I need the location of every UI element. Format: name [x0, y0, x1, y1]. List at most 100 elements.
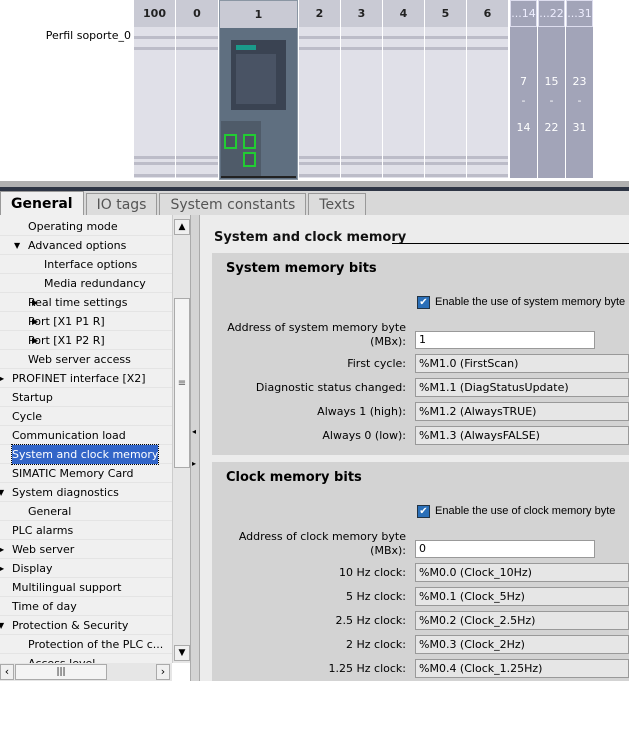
- nav-item-label: SIMATIC Memory Card: [12, 467, 134, 480]
- expand-right-icon[interactable]: ▶: [0, 369, 4, 388]
- expand-right-icon[interactable]: ▶: [0, 559, 4, 578]
- nav-item[interactable]: ▼ Advanced options: [0, 236, 172, 255]
- rack-slot[interactable]: 2: [299, 0, 340, 178]
- memory-bit-field[interactable]: %M0.2 (Clock_2.5Hz): [415, 611, 629, 630]
- memory-bit-row: First cycle: %M1.0 (FirstScan): [212, 354, 629, 374]
- memory-bit-field[interactable]: %M1.2 (AlwaysTRUE): [415, 402, 629, 421]
- nav-item[interactable]: Interface options: [0, 255, 172, 274]
- memory-bit-field[interactable]: %M0.1 (Clock_5Hz): [415, 587, 629, 606]
- rack-slot[interactable]: 100: [134, 0, 175, 178]
- tab-system-constants[interactable]: System constants: [159, 193, 307, 215]
- nav-item[interactable]: Time of day: [0, 597, 172, 616]
- horizontal-scrollbar[interactable]: ‹ ||| ›: [0, 663, 172, 681]
- expand-down-icon[interactable]: ▼: [0, 616, 4, 635]
- slot-header: ...31: [566, 0, 593, 27]
- cpu-module[interactable]: 1: [219, 0, 298, 180]
- memory-bit-field[interactable]: %M0.3 (Clock_2Hz): [415, 635, 629, 654]
- nav-item[interactable]: Startup: [0, 388, 172, 407]
- memory-bit-row: Diagnostic status changed: %M1.1 (DiagSta…: [212, 378, 629, 398]
- memory-bit-field[interactable]: %M1.3 (AlwaysFALSE): [415, 426, 629, 445]
- nav-item[interactable]: ▶ Port [X1 P2 R]: [0, 331, 172, 350]
- nav-item[interactable]: ▼ Protection & Security: [0, 616, 172, 635]
- memory-bit-field[interactable]: %M0.0 (Clock_10Hz): [415, 563, 629, 582]
- nav-item[interactable]: ▶ PROFINET interface [X2]: [0, 369, 172, 388]
- expand-right-icon[interactable]: ▸: [192, 459, 196, 468]
- inspector-tabs: General IO tags System constants Texts: [0, 191, 629, 215]
- slot-header: 4: [383, 0, 424, 27]
- checkbox-label: Enable the use of system memory byte: [435, 296, 626, 308]
- expand-down-icon[interactable]: ▼: [14, 236, 20, 255]
- ethernet-port-icon: [224, 134, 237, 149]
- memory-bit-row: 10 Hz clock: %M0.0 (Clock_10Hz): [212, 563, 629, 583]
- nav-item-label: Interface options: [44, 258, 138, 271]
- slot-header: 100: [134, 0, 175, 27]
- clock-memory-address-input[interactable]: 0: [415, 540, 595, 558]
- expand-right-icon[interactable]: ▶: [0, 540, 4, 559]
- scroll-left-button[interactable]: ‹: [0, 664, 14, 680]
- nav-item[interactable]: SIMATIC Memory Card: [0, 464, 172, 483]
- slot-range-from: 15: [544, 75, 559, 88]
- vertical-scrollbar[interactable]: ▲ ≡ ▼: [172, 215, 190, 663]
- rack-slot[interactable]: 0: [176, 0, 218, 178]
- section-heading: Clock memory bits: [226, 470, 362, 485]
- rack-slot[interactable]: 4: [383, 0, 424, 178]
- scroll-right-button[interactable]: ›: [156, 664, 170, 680]
- checkbox-checked-icon[interactable]: ✔: [417, 296, 430, 309]
- nav-item[interactable]: General: [0, 502, 172, 521]
- scroll-down-button[interactable]: ▼: [174, 645, 190, 661]
- rack-slot[interactable]: 5: [425, 0, 466, 178]
- checkbox-checked-icon[interactable]: ✔: [417, 505, 430, 518]
- nav-item[interactable]: Web server access: [0, 350, 172, 369]
- nav-item[interactable]: ▶ Port [X1 P1 R]: [0, 312, 172, 331]
- nav-item[interactable]: System and clock memory: [0, 444, 172, 465]
- nav-item[interactable]: Operating mode: [0, 217, 172, 236]
- memory-bit-row: 1.25 Hz clock: %M0.4 (Clock_1.25Hz): [212, 659, 629, 679]
- nav-item[interactable]: Multilingual support: [0, 578, 172, 597]
- ethernet-port-icon: [243, 134, 256, 149]
- rack-slot-group[interactable]: ...14 7-14: [510, 0, 537, 178]
- tab-texts[interactable]: Texts: [308, 193, 366, 215]
- nav-item-label: Startup: [12, 391, 53, 404]
- scroll-thumb[interactable]: ≡: [174, 298, 190, 468]
- nav-item[interactable]: Communication load: [0, 426, 172, 445]
- slot-header: 0: [176, 0, 218, 27]
- panel-splitter[interactable]: ◂ ▸: [190, 215, 200, 681]
- nav-item[interactable]: Protection of the PLC c...: [0, 635, 172, 654]
- nav-item[interactable]: ▶ Web server: [0, 540, 172, 559]
- collapse-left-icon[interactable]: ◂: [192, 427, 196, 436]
- nav-item-label: Web server: [12, 543, 75, 556]
- tab-io-tags[interactable]: IO tags: [85, 193, 158, 215]
- nav-item[interactable]: Cycle: [0, 407, 172, 426]
- properties-panel: System and clock memory System memory bi…: [200, 215, 629, 681]
- rack-slot[interactable]: 3: [341, 0, 382, 178]
- expand-down-icon[interactable]: ▼: [0, 483, 4, 502]
- rack-slot[interactable]: 6: [467, 0, 508, 178]
- rack-slot-group[interactable]: ...31 23-31: [566, 0, 593, 178]
- nav-item[interactable]: ▶ Real time settings: [0, 293, 172, 312]
- nav-item[interactable]: ▶ Display: [0, 559, 172, 578]
- enable-system-memory-checkbox[interactable]: ✔ Enable the use of system memory byte: [417, 296, 629, 309]
- navigation-tree: Operating mode ▼ Advanced options Interface…: [0, 215, 172, 663]
- slot-header: 2: [299, 0, 340, 27]
- scroll-thumb[interactable]: |||: [15, 664, 107, 680]
- memory-bit-row: 2.5 Hz clock: %M0.2 (Clock_2.5Hz): [212, 611, 629, 631]
- nav-item[interactable]: Media redundancy: [0, 274, 172, 293]
- enable-clock-memory-checkbox[interactable]: ✔ Enable the use of clock memory byte: [417, 505, 629, 518]
- nav-item[interactable]: Access level: [0, 654, 172, 663]
- device-rack: Perfil soporte_0 100 0 2 3 4 5 6 ...14 7-14 ...2…: [0, 0, 629, 181]
- memory-bit-field[interactable]: %M1.1 (DiagStatusUpdate): [415, 378, 629, 397]
- memory-bit-field[interactable]: %M0.4 (Clock_1.25Hz): [415, 659, 629, 678]
- memory-bit-field[interactable]: %M1.0 (FirstScan): [415, 354, 629, 373]
- nav-item[interactable]: PLC alarms: [0, 521, 172, 540]
- scroll-up-button[interactable]: ▲: [174, 219, 190, 235]
- system-memory-address-input[interactable]: 1: [415, 331, 595, 349]
- nav-item[interactable]: ▼ System diagnostics: [0, 483, 172, 502]
- slot-range-from: 7: [520, 75, 527, 88]
- tab-general[interactable]: General: [0, 191, 84, 215]
- system-memory-section: System memory bits ✔ Enable the use of s…: [212, 253, 629, 455]
- field-label: 1.25 Hz clock:: [328, 662, 407, 675]
- field-label: Always 0 (low):: [322, 429, 406, 442]
- rack-slot-group[interactable]: ...22 15-22: [538, 0, 565, 178]
- slot-header: ...22: [538, 0, 565, 27]
- divider: [392, 243, 629, 244]
